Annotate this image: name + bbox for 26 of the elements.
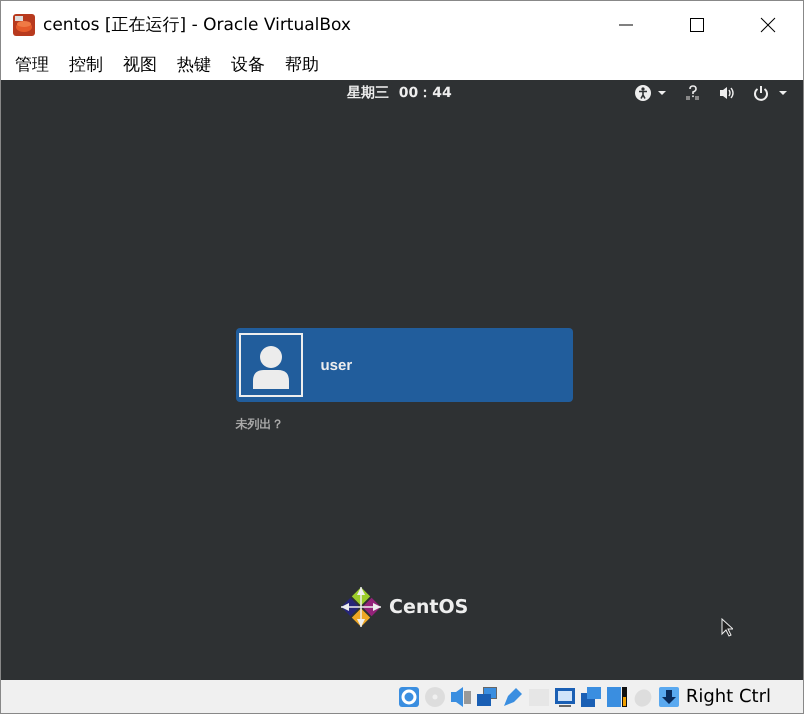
network-question-icon [685,85,701,101]
monitor-icon[interactable] [554,686,576,708]
clock[interactable]: 星期三 00：44 [347,84,452,102]
avatar-icon [238,333,302,397]
accessibility-icon[interactable] [635,85,667,101]
user-entry[interactable]: user [236,328,572,402]
logo-text: CentOS [389,596,468,618]
menu-item[interactable]: 热键 [167,50,221,78]
menu-item[interactable]: 管理 [5,50,59,78]
close-icon [760,16,776,32]
app-icon [13,14,35,36]
power-icon[interactable] [753,85,789,101]
menu-item[interactable]: 设备 [221,50,275,78]
mouse-pointer-icon [721,618,733,637]
monitors-icon[interactable] [476,686,498,708]
logo-icon [339,585,383,629]
maximize-icon [688,16,704,32]
volume-icon [719,85,735,101]
speaker-icon[interactable] [450,686,472,708]
window-title: centos [正在运行] - Oracle VirtualBox [43,14,351,36]
minimize-icon [618,24,632,26]
host-key-label: Right Ctrl [686,686,771,707]
menu-item[interactable]: 帮助 [275,50,329,78]
not-listed-link[interactable]: 未列出？ [236,416,284,433]
menu-item[interactable]: 控制 [59,50,113,78]
menu-item[interactable]: 视图 [113,50,167,78]
